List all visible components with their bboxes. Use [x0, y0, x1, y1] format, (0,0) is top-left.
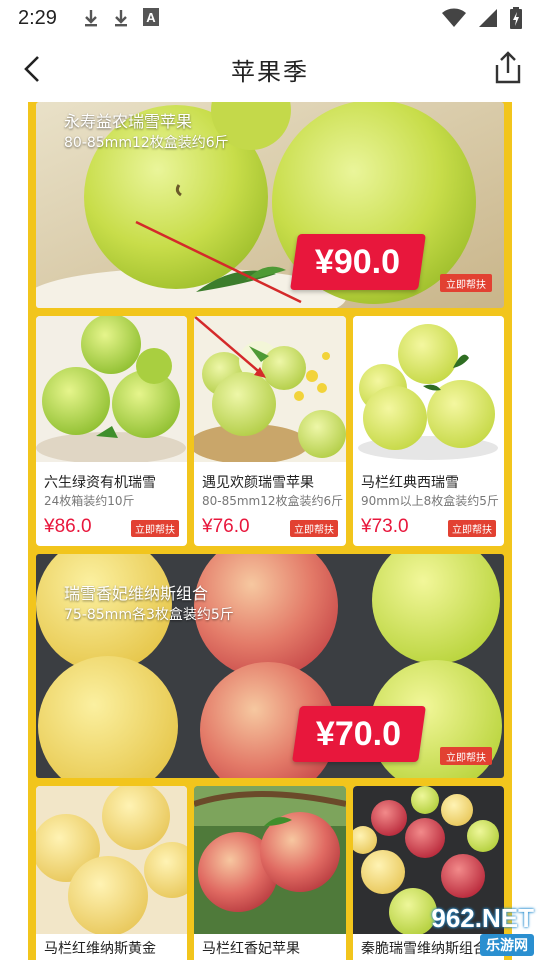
- signal-icon: [479, 9, 497, 27]
- product-spec: 24枚箱装约10斤: [44, 494, 135, 508]
- download-icon: [84, 10, 97, 27]
- product-spec: 90mm以上8枚盒装约5斤: [361, 494, 499, 508]
- featured-price: ¥90.0: [315, 242, 401, 281]
- status-bar: 2:29 A: [0, 0, 540, 36]
- featured-price: ¥70.0: [316, 714, 402, 753]
- back-button[interactable]: [14, 50, 50, 88]
- status-time: 2:29: [18, 6, 57, 29]
- chevron-left-icon: [24, 56, 39, 82]
- product-photo: [194, 786, 346, 934]
- featured-price-tag: ¥70.0: [292, 706, 426, 762]
- help-buy-button[interactable]: 立即帮扶: [440, 274, 492, 292]
- product-name: 遇见欢颜瑞雪苹果: [202, 475, 314, 491]
- help-buy-button[interactable]: 立即帮扶: [440, 747, 492, 765]
- featured-price-tag: ¥90.0: [290, 234, 426, 290]
- help-buy-button[interactable]: 立即帮扶: [131, 520, 179, 537]
- product-photo: [353, 316, 504, 462]
- product-name: 马栏红维纳斯黄金: [44, 941, 156, 957]
- product-photo: [36, 316, 187, 462]
- featured-title: 瑞雪香妃维纳斯组合: [64, 584, 209, 603]
- product-name: 马栏红香妃苹果: [202, 941, 300, 957]
- product-spec: 80-85mm12枚盒装约6斤: [202, 494, 344, 508]
- content-area[interactable]: 永寿益农瑞雪苹果 80-85mm12枚盒装约6斤 ¥90.0 立即帮扶 六生绿资…: [0, 102, 540, 960]
- product-card[interactable]: 六生绿资有机瑞雪 24枚箱装约10斤 ¥86.0 立即帮扶: [36, 316, 187, 546]
- battery-charging-icon: [510, 7, 522, 29]
- product-name: 马栏红典西瑞雪: [361, 475, 459, 491]
- help-buy-button[interactable]: 立即帮扶: [290, 520, 338, 537]
- page-title: 苹果季: [231, 57, 309, 86]
- download-icon: [114, 10, 127, 27]
- product-name: 六生绿资有机瑞雪: [44, 475, 156, 491]
- product-price: ¥73.0: [361, 516, 409, 537]
- wifi-icon: [442, 8, 466, 27]
- site-watermark: 962.NET 乐游网: [431, 903, 534, 956]
- product-price: ¥76.0: [202, 516, 250, 537]
- help-buy-button[interactable]: 立即帮扶: [448, 520, 496, 537]
- featured-title: 永寿益农瑞雪苹果: [64, 112, 193, 131]
- watermark-caption: 乐游网: [480, 934, 534, 956]
- watermark-logo: 962.NET: [431, 903, 534, 933]
- product-card[interactable]: 马栏红典西瑞雪 90mm以上8枚盒装约5斤 ¥73.0 立即帮扶: [353, 316, 504, 546]
- nav-bar: 苹果季: [0, 36, 540, 102]
- font-icon: A: [142, 8, 159, 26]
- notification-icons: A: [83, 8, 159, 28]
- product-card[interactable]: 马栏红香妃苹果: [194, 786, 346, 960]
- svg-text:A: A: [146, 10, 156, 25]
- product-card[interactable]: 马栏红维纳斯黄金: [36, 786, 187, 960]
- featured-subtitle: 75-85mm各3枚盒装约5斤: [64, 607, 234, 623]
- featured-banner[interactable]: 永寿益农瑞雪苹果 80-85mm12枚盒装约6斤 ¥90.0 立即帮扶: [36, 102, 504, 308]
- share-button[interactable]: [490, 48, 526, 88]
- share-icon: [495, 51, 521, 84]
- featured-subtitle: 80-85mm12枚盒装约6斤: [64, 135, 229, 151]
- system-icons: [442, 7, 522, 29]
- featured-banner[interactable]: 瑞雪香妃维纳斯组合 75-85mm各3枚盒装约5斤 ¥70.0 立即帮扶: [36, 554, 504, 778]
- product-photo: [194, 316, 346, 462]
- product-price: ¥86.0: [44, 516, 92, 537]
- product-card[interactable]: 遇见欢颜瑞雪苹果 80-85mm12枚盒装约6斤 ¥76.0 立即帮扶: [194, 316, 346, 546]
- product-photo: [36, 786, 187, 934]
